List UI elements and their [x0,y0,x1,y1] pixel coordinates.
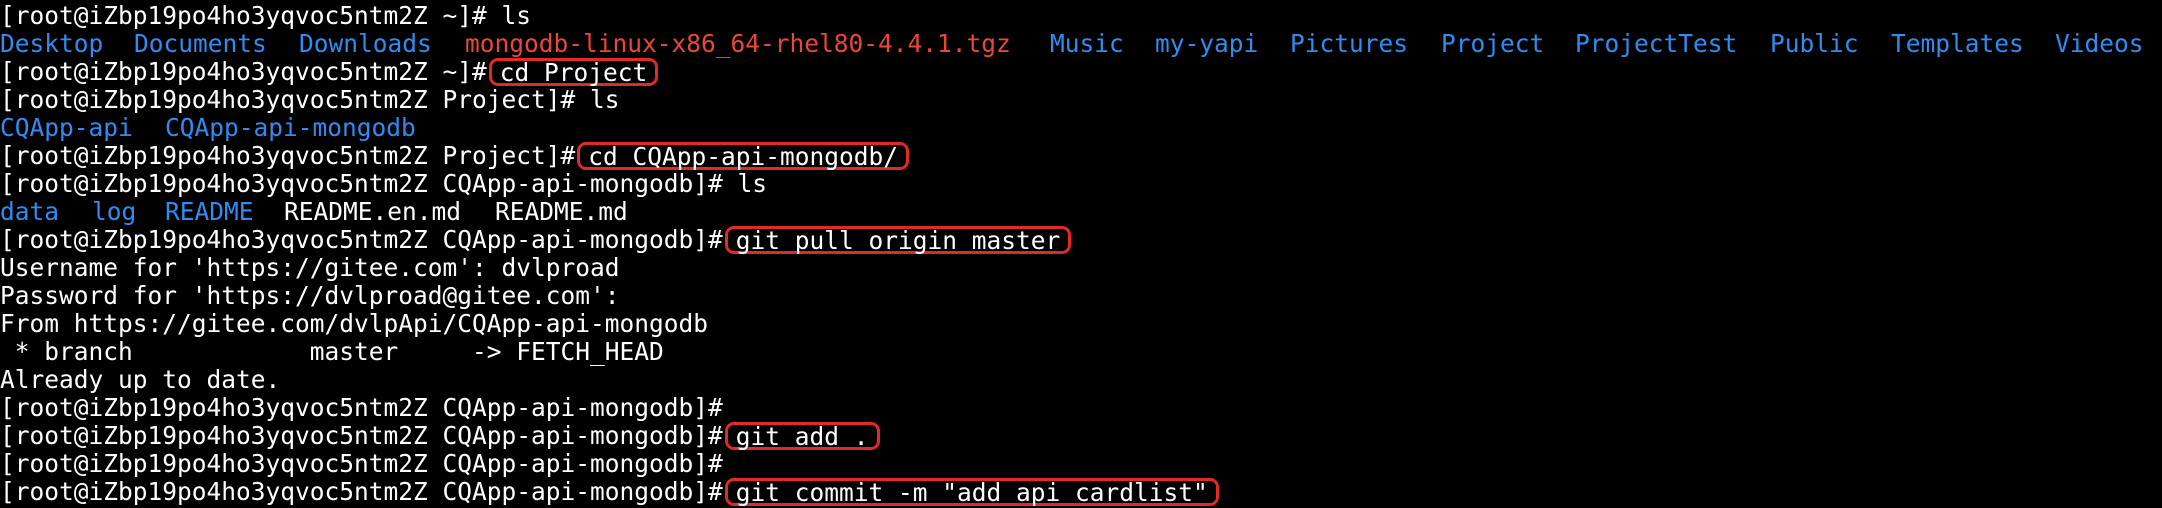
terminal-window[interactable]: [root@iZbp19po4ho3yqvoc5ntm2Z ~]# ls Des… [0,0,2162,508]
highlighted-command-git-add: git add . [724,422,880,450]
shell-prompt: [root@iZbp19po4ho3yqvoc5ntm2Z CQApp-api-… [0,421,723,450]
dir-entry-project: Project [1441,29,1545,58]
command-text: ls [590,85,620,114]
shell-prompt: [root@iZbp19po4ho3yqvoc5ntm2Z CQApp-api-… [0,225,723,254]
dir-entry-documents: Documents [134,29,267,58]
ls-output-repo: data log README README.en.md README.md [0,197,628,226]
highlighted-command-cd-mongodb: cd CQApp-api-mongodb/ [577,142,910,170]
terminal-line: [root@iZbp19po4ho3yqvoc5ntm2Z Project]# c… [0,141,910,170]
dir-entry-my-yapi: my-yapi [1155,29,1259,58]
output-line: From https://gitee.com/dvlpApi/CQApp-api… [0,309,709,338]
terminal-line: [root@iZbp19po4ho3yqvoc5ntm2Z ~]# cd Proj… [0,57,659,86]
command-text: ls [501,1,532,30]
shell-prompt: [root@iZbp19po4ho3yqvoc5ntm2Z CQApp-api-… [0,393,723,422]
terminal-line: [root@iZbp19po4ho3yqvoc5ntm2Z CQApp-api-… [0,225,1072,254]
ls-output-project: CQApp-api CQApp-api-mongodb [0,114,416,142]
dir-entry-data: data [0,197,60,226]
output-line: Username for 'https://gitee.com': dvlpro… [0,253,620,282]
highlighted-command-git-pull: git pull origin master [724,226,1072,254]
highlighted-command-cd-project: cd Project [488,58,659,86]
shell-prompt: [root@iZbp19po4ho3yqvoc5ntm2Z CQApp-api-… [0,477,723,506]
ls-output-home: Desktop Documents Downloads mongodb-linu… [0,30,2144,58]
dir-entry-desktop: Desktop [0,29,104,58]
dir-entry-log: log [92,197,137,226]
terminal-line[interactable]: [root@iZbp19po4ho3yqvoc5ntm2Z CQApp-api-… [0,478,1219,506]
output-line: Password for 'https://dvlproad@gitee.com… [0,281,620,310]
output-line: Already up to date. [0,365,281,394]
file-entry-readme-en: README.en.md [284,197,462,226]
dir-entry-cqapp-api: CQApp-api [0,113,133,142]
terminal-line: [root@iZbp19po4ho3yqvoc5ntm2Z CQApp-api-… [0,422,880,450]
terminal-line: [root@iZbp19po4ho3yqvoc5ntm2Z CQApp-api-… [0,394,723,422]
dir-entry-projecttest: ProjectTest [1575,29,1738,58]
terminal-line: [root@iZbp19po4ho3yqvoc5ntm2Z CQApp-api-… [0,170,767,198]
dir-entry-videos: Videos [2055,29,2144,58]
dir-entry-cqapp-api-mongodb: CQApp-api-mongodb [165,113,416,142]
dir-entry-templates: Templates [1891,29,2024,58]
shell-prompt: [root@iZbp19po4ho3yqvoc5ntm2Z ~]# [0,57,487,86]
shell-prompt: [root@iZbp19po4ho3yqvoc5ntm2Z ~]# [0,1,502,30]
dir-entry-music: Music [1050,29,1124,58]
shell-prompt: [root@iZbp19po4ho3yqvoc5ntm2Z Project]# [0,141,576,170]
terminal-line: [root@iZbp19po4ho3yqvoc5ntm2Z ~]# ls [0,2,531,30]
command-text: ls [737,169,768,198]
dir-entry-public: Public [1770,29,1859,58]
output-line: * branch master -> FETCH_HEAD [0,337,664,366]
terminal-line: [root@iZbp19po4ho3yqvoc5ntm2Z Project]# … [0,86,620,114]
shell-prompt: [root@iZbp19po4ho3yqvoc5ntm2Z CQApp-api-… [0,169,738,198]
dir-entry-downloads: Downloads [299,29,432,58]
highlighted-command-git-commit: git commit -m "add api cardlist" [724,478,1219,506]
file-entry-readme-md: README.md [495,197,628,226]
shell-prompt: [root@iZbp19po4ho3yqvoc5ntm2Z CQApp-api-… [0,449,723,478]
terminal-line: [root@iZbp19po4ho3yqvoc5ntm2Z CQApp-api-… [0,450,723,478]
dir-entry-pictures: Pictures [1290,29,1409,58]
dir-entry-readme: README [165,197,254,226]
shell-prompt: [root@iZbp19po4ho3yqvoc5ntm2Z Project]# [0,85,591,114]
file-entry-mongodb-archive: mongodb-linux-x86_64-rhel80-4.4.1.tgz [465,29,1011,58]
